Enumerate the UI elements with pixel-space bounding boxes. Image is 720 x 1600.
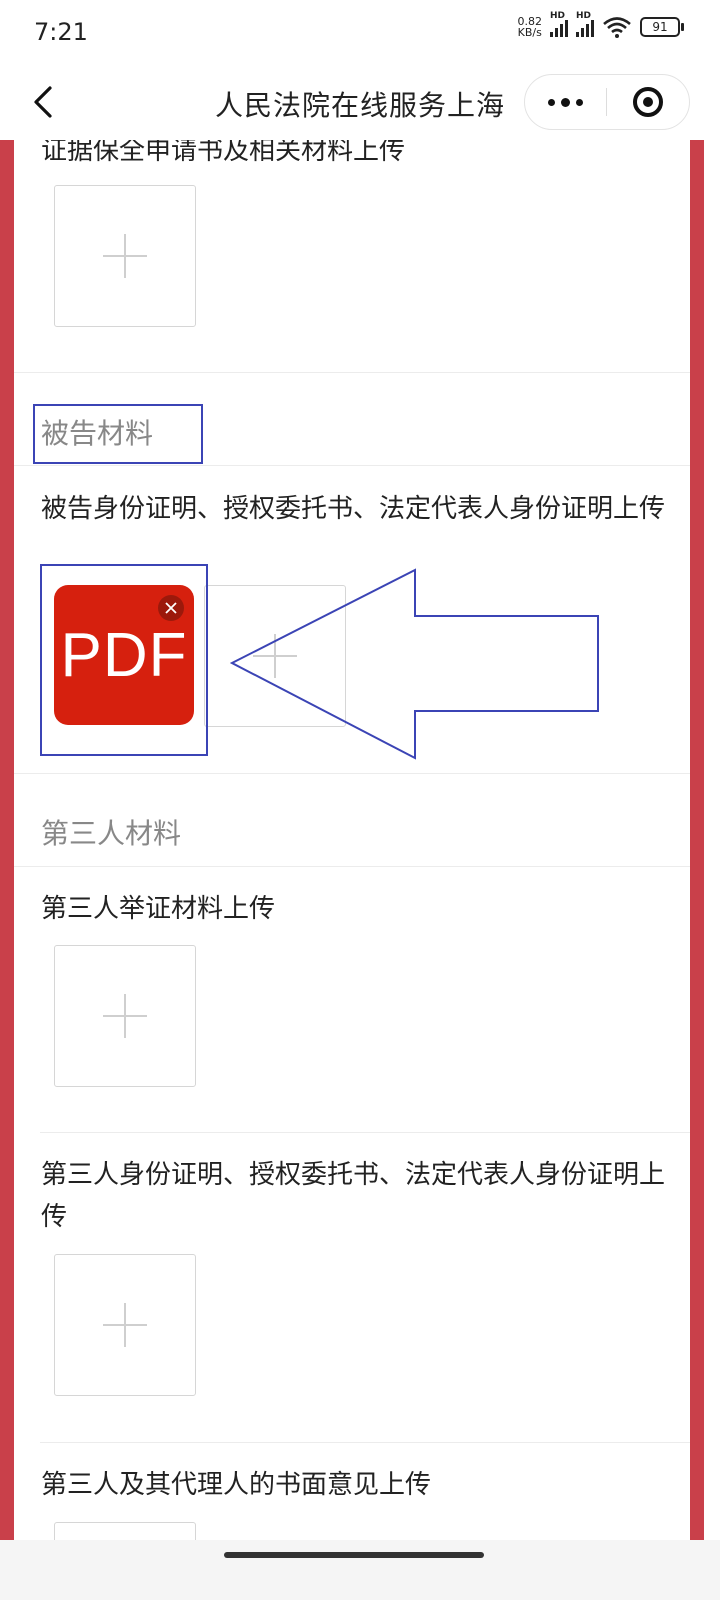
upload-add-button[interactable]	[54, 1522, 196, 1540]
signal-icon-2: HD	[576, 11, 594, 37]
upload-item-label: 证据保全申请书及相关材料上传	[41, 140, 406, 166]
nav-bar: 人民法院在线服务上海	[0, 64, 720, 140]
form-content[interactable]: 证据保全申请书及相关材料上传 被告材料 被告身份证明、授权委托书、法定代表人身份…	[14, 140, 690, 1540]
home-indicator[interactable]	[0, 1540, 720, 1600]
wifi-icon	[603, 17, 631, 38]
status-time: 7:21	[34, 18, 88, 46]
more-button[interactable]	[525, 75, 606, 129]
left-border-accent	[0, 140, 14, 1540]
upload-item-label: 被告身份证明、授权委托书、法定代表人身份证明上传	[41, 494, 666, 524]
annotation-arrow-icon	[230, 568, 599, 760]
annotation-highlight-box	[40, 564, 208, 756]
upload-add-button[interactable]	[54, 185, 196, 327]
close-mini-program-button[interactable]	[607, 75, 688, 129]
upload-item-label: 第三人举证材料上传	[41, 894, 276, 924]
upload-item-label: 第三人身份证明、授权委托书、法定代表人身份证明上传	[41, 1160, 666, 1232]
right-border-accent	[690, 140, 704, 1540]
target-circle-icon	[632, 87, 663, 117]
signal-icon: HD	[550, 11, 568, 37]
status-icons: 0.82 KB/s HD HD 91	[517, 11, 684, 39]
status-bar: 7:21 0.82 KB/s HD HD 91	[0, 0, 720, 64]
battery-icon: 91	[640, 17, 684, 37]
upload-add-button[interactable]	[54, 1254, 196, 1396]
upload-add-button[interactable]	[54, 945, 196, 1087]
more-dots-icon	[548, 98, 555, 106]
mini-program-capsule	[524, 74, 690, 130]
annotation-highlight-box	[33, 404, 203, 464]
upload-item-label: 第三人及其代理人的书面意见上传	[41, 1470, 432, 1500]
network-speed: 0.82 KB/s	[517, 15, 543, 39]
section-title-third-party: 第三人材料	[41, 817, 182, 850]
